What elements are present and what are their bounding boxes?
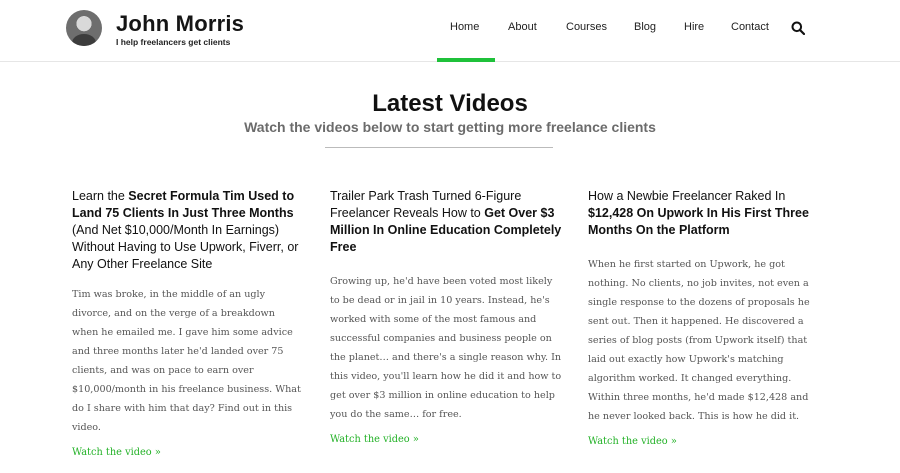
video-card: How a Newbie Freelancer Raked In $12,428… [588, 188, 820, 447]
section-title: Latest Videos [372, 90, 528, 117]
watch-video-link[interactable]: Watch the video » [72, 447, 304, 458]
video-card-title[interactable]: Learn the Secret Formula Tim Used to Lan… [72, 188, 304, 273]
search-icon[interactable] [791, 21, 805, 35]
video-card: Learn the Secret Formula Tim Used to Lan… [72, 188, 304, 458]
watch-video-link[interactable]: Watch the video » [330, 434, 562, 445]
video-card-description: When he first started on Upwork, he got … [588, 259, 810, 422]
video-card-title[interactable]: Trailer Park Trash Turned 6-Figure Freel… [330, 188, 562, 256]
section-divider [325, 147, 553, 148]
site-tagline: I help freelancers get clients [116, 37, 231, 47]
nav-item-hire[interactable]: Hire [684, 21, 704, 33]
main-nav: Home About Courses Blog Hire Contact [0, 21, 900, 37]
nav-item-about[interactable]: About [508, 21, 537, 33]
section-subtitle: Watch the videos below to start getting … [244, 119, 656, 135]
watch-video-link[interactable]: Watch the video » [588, 436, 820, 447]
video-card-description: Growing up, he'd have been voted most li… [330, 276, 562, 420]
video-card-description: Tim was broke, in the middle of an ugly … [72, 289, 301, 433]
nav-item-blog[interactable]: Blog [634, 21, 656, 33]
video-card: Trailer Park Trash Turned 6-Figure Freel… [330, 188, 562, 445]
nav-item-contact[interactable]: Contact [731, 21, 769, 33]
nav-item-courses[interactable]: Courses [566, 21, 607, 33]
video-card-title[interactable]: How a Newbie Freelancer Raked In $12,428… [588, 188, 820, 239]
nav-item-home[interactable]: Home [450, 21, 479, 33]
nav-active-indicator [437, 58, 495, 62]
site-header: John Morris I help freelancers get clien… [0, 0, 900, 62]
